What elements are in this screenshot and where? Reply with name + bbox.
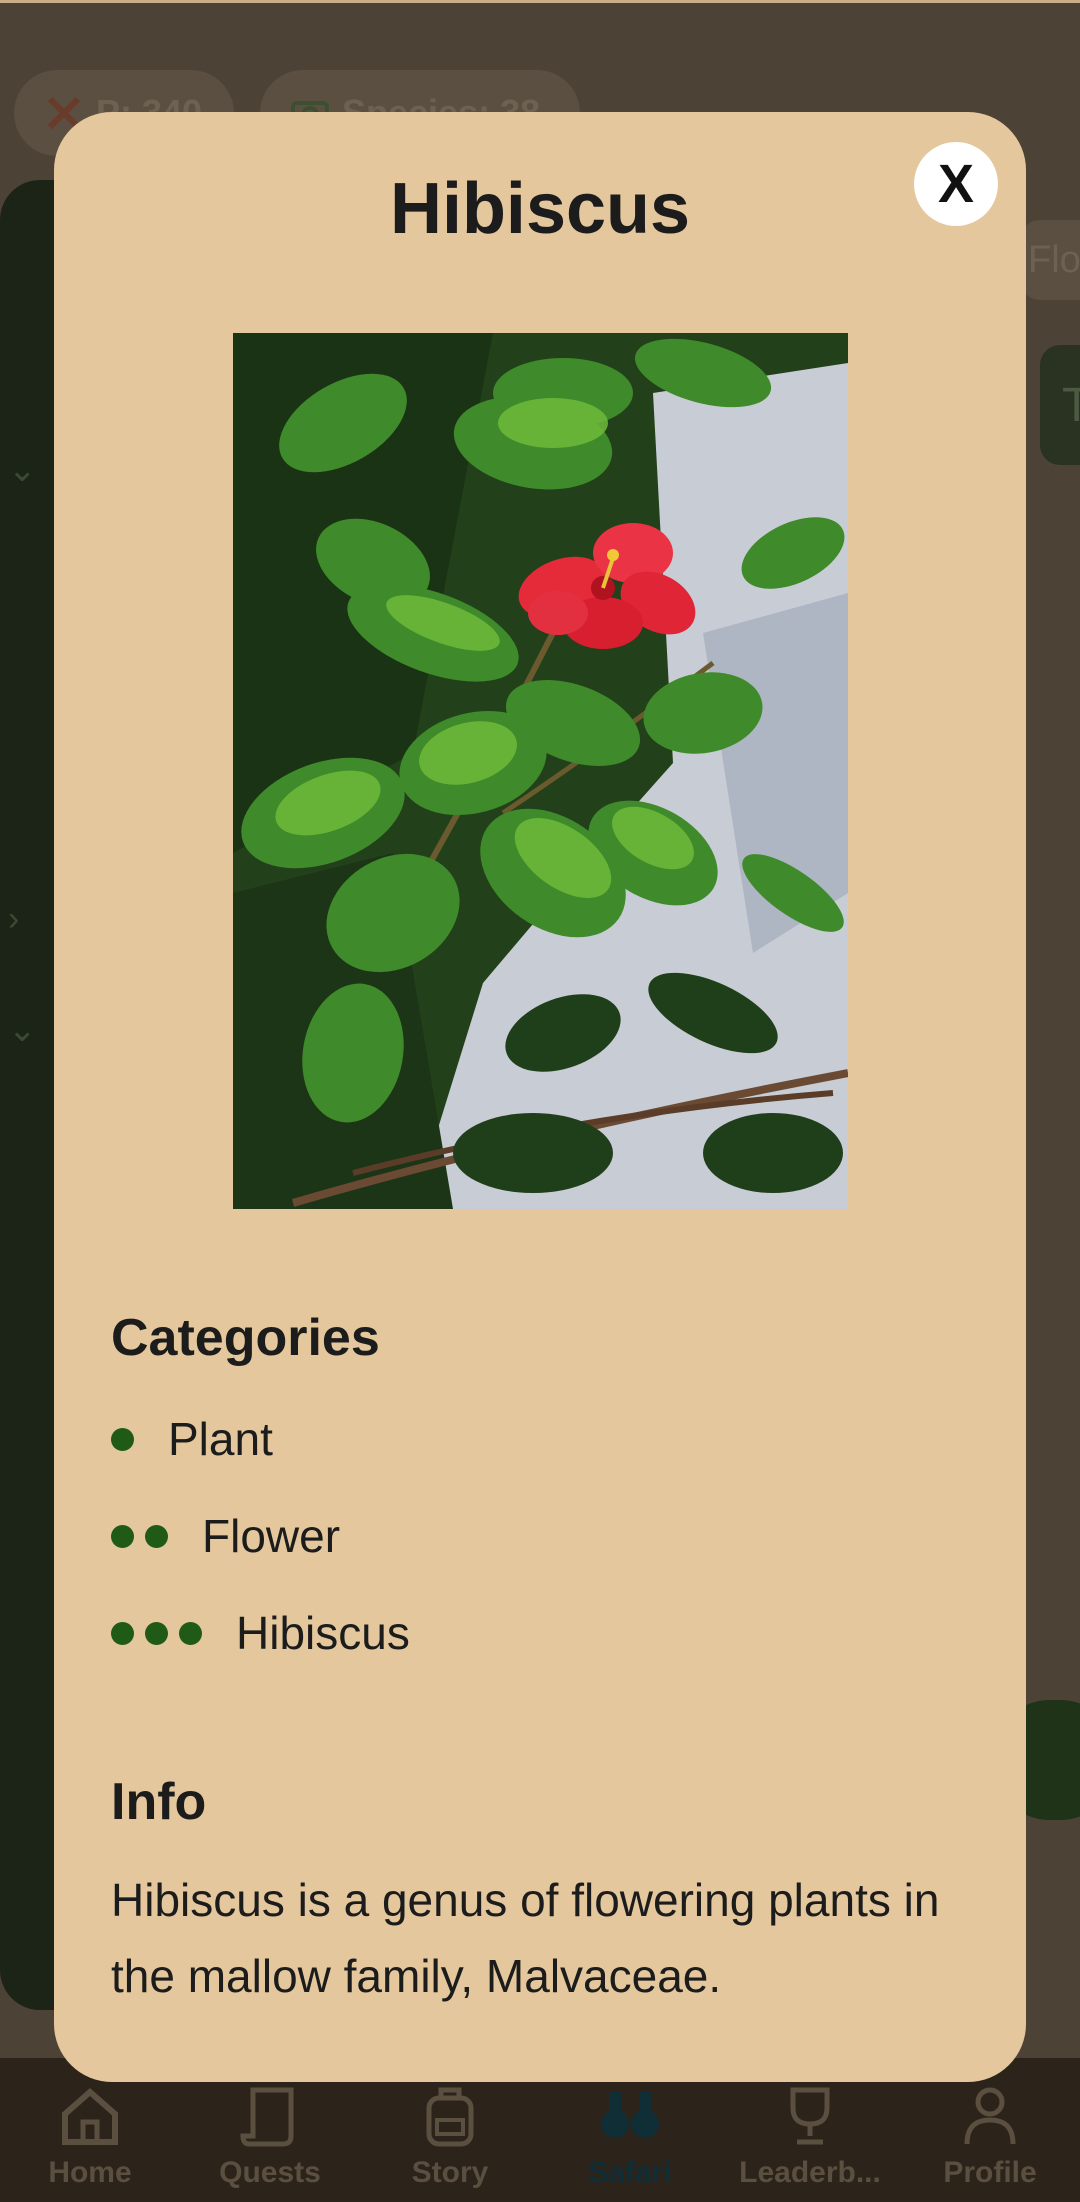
side-card-label: T: [1062, 378, 1080, 432]
chevron-down-icon[interactable]: ⌄: [8, 450, 37, 490]
person-icon: [964, 2087, 1016, 2145]
nav-home-label: Home: [48, 2156, 132, 2189]
side-card[interactable]: T: [1040, 345, 1080, 465]
bullet-dot-icon: [179, 1621, 202, 1645]
bullet-dot-icon: [145, 1524, 168, 1548]
modal-title: Hibiscus: [389, 169, 691, 249]
status-strip: [0, 0, 1080, 3]
nav-leaderboard-label: Leaderb...: [739, 2156, 881, 2189]
nav-story-label: Story: [411, 2156, 489, 2189]
chevron-right-icon[interactable]: ›: [8, 900, 19, 939]
category-label: Plant: [168, 1413, 273, 1465]
scroll-icon: [240, 2087, 294, 2147]
info-heading: Info: [111, 1773, 207, 1831]
side-panel: ⌄ › ⌄: [0, 180, 60, 2010]
close-button[interactable]: X: [914, 142, 998, 226]
backpack-icon: [426, 2087, 474, 2147]
category-label: Hibiscus: [236, 1607, 410, 1659]
category-level-dots: [111, 1621, 202, 1645]
filter-tab[interactable]: Flo: [1020, 220, 1080, 300]
species-detail-modal: Hibiscus X Categories Plant Flower Hibis…: [54, 112, 1026, 2082]
categories-heading: Categories: [111, 1309, 380, 1367]
species-photo: [233, 333, 848, 1209]
category-label: Flower: [202, 1510, 341, 1562]
nav-safari-label: Safari: [588, 2156, 672, 2189]
filter-tab-label: Flo: [1028, 238, 1080, 281]
info-text: Hibiscus is a genus of flowering plants …: [111, 1874, 940, 2002]
bullet-dot-icon: [111, 1524, 134, 1548]
bullet-dot-icon: [111, 1427, 134, 1451]
chevron-down-icon[interactable]: ⌄: [8, 1010, 37, 1050]
category-level-dots: [111, 1427, 134, 1451]
category-item: Flower: [111, 1509, 340, 1563]
binoculars-icon: [601, 2092, 659, 2138]
bullet-dot-icon: [145, 1621, 168, 1645]
trophy-icon: [790, 2087, 830, 2145]
category-level-dots: [111, 1524, 168, 1548]
home-icon: [62, 2088, 118, 2145]
hibiscus-photo-illustration: [233, 333, 848, 1209]
category-item: Plant: [111, 1412, 273, 1466]
nav-quests-label: Quests: [219, 2156, 321, 2189]
bullet-dot-icon: [111, 1621, 134, 1645]
nav-profile-label: Profile: [943, 2156, 1037, 2189]
category-item: Hibiscus: [111, 1606, 410, 1660]
